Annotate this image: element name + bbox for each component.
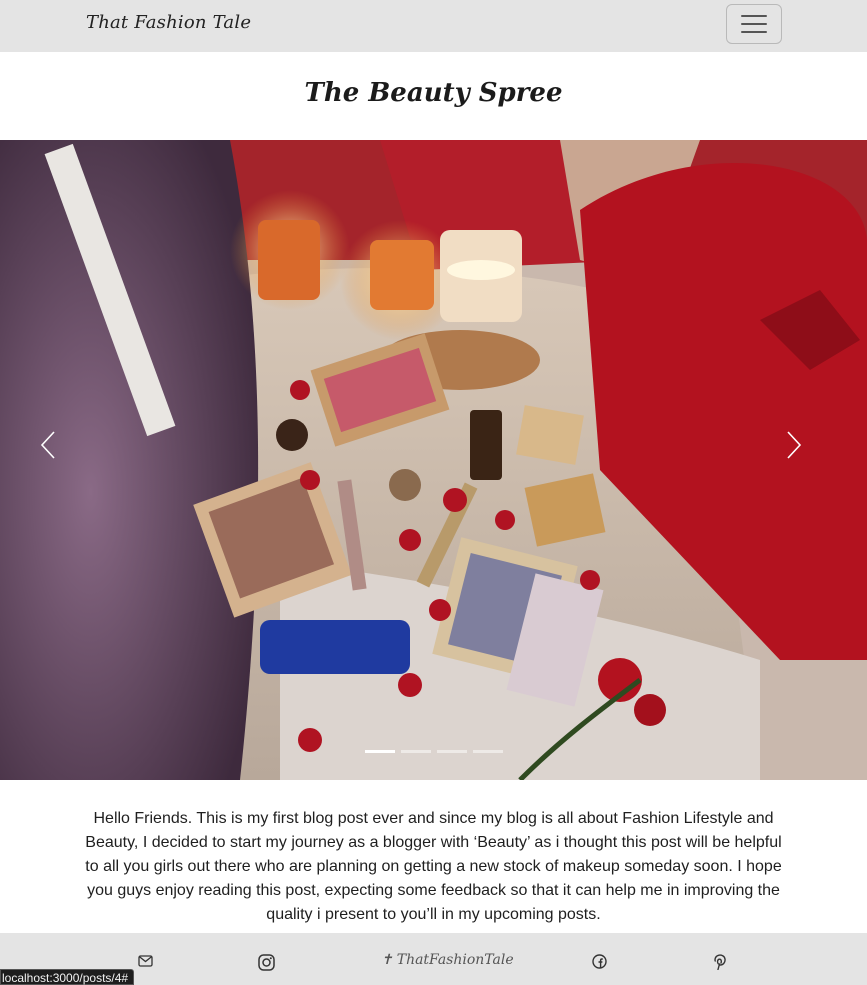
footer-tag-glyph: ✝ xyxy=(381,952,393,968)
carousel-indicator[interactable] xyxy=(401,750,431,753)
pinterest-icon xyxy=(714,954,726,970)
chevron-left-icon xyxy=(40,431,55,459)
carousel-slide-image xyxy=(0,140,867,780)
hamburger-icon-line xyxy=(741,23,767,25)
carousel-next-button[interactable] xyxy=(786,430,826,490)
navbar-toggle-button[interactable] xyxy=(726,4,782,44)
hamburger-icon-line xyxy=(741,31,767,33)
hamburger-icon-line xyxy=(741,15,767,17)
footer-tag-link[interactable]: ✝ ThatFashionTale xyxy=(381,952,514,968)
facebook-link[interactable] xyxy=(592,954,607,969)
brand-link[interactable]: That Fashion Tale xyxy=(86,12,251,33)
instagram-link[interactable] xyxy=(258,954,275,971)
chevron-right-icon xyxy=(787,431,802,459)
post-intro-text: Hello Friends. This is my first blog pos… xyxy=(85,810,782,923)
image-carousel xyxy=(0,140,867,780)
navbar: That Fashion Tale xyxy=(0,0,867,52)
post-title: The Beauty Spree xyxy=(304,78,563,108)
mail-link[interactable] xyxy=(138,955,153,967)
pinterest-link[interactable] xyxy=(713,954,727,970)
carousel-indicators xyxy=(365,750,503,753)
carousel-prev-button[interactable] xyxy=(40,430,80,490)
mail-icon xyxy=(138,955,153,967)
carousel-indicator[interactable] xyxy=(437,750,467,753)
status-bar-url: localhost:3000/posts/4# xyxy=(0,969,135,985)
footer-tag-text: ThatFashionTale xyxy=(396,952,514,968)
facebook-icon xyxy=(592,954,607,969)
carousel-indicator[interactable] xyxy=(365,750,395,753)
instagram-icon xyxy=(258,954,275,971)
carousel-indicator[interactable] xyxy=(473,750,503,753)
